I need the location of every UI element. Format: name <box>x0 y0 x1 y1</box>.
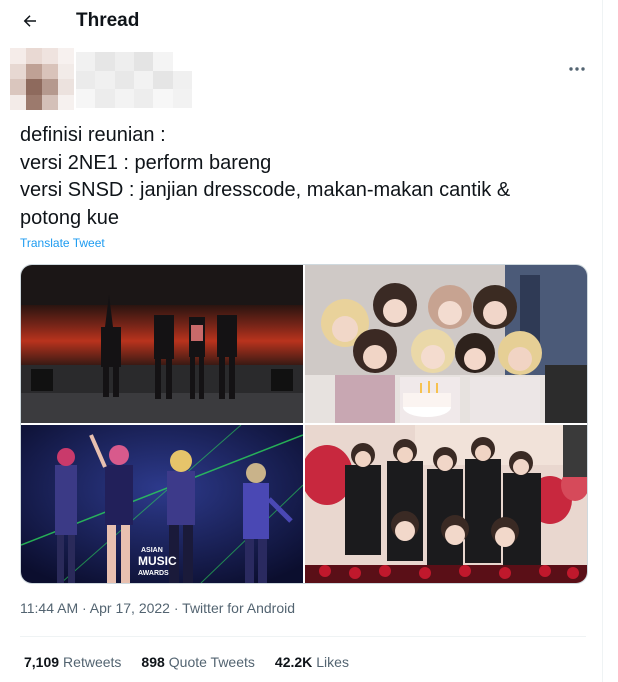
quote-tweets-count: 898 <box>141 654 165 670</box>
quote-tweets-label: Quote Tweets <box>168 654 255 670</box>
awards-logo-line2: MUSIC <box>138 554 177 568</box>
awards-stage-image: ASIAN MUSIC AWARDS <box>21 425 303 583</box>
photo-2ne1-concert-stage[interactable] <box>21 265 303 423</box>
tweet-text: definisi reunian : versi 2NE1 : perform … <box>20 122 600 232</box>
arrow-left-icon <box>23 15 36 27</box>
photo-snsd-group-cake[interactable] <box>305 265 587 423</box>
photo-2ne1-mama-awards[interactable]: ASIAN MUSIC AWARDS <box>21 425 303 583</box>
more-horizontal-icon <box>569 67 585 71</box>
tweet-line: versi SNSD : janjian dresscode, makan-ma… <box>20 179 511 202</box>
awards-logo-line3: AWARDS <box>138 570 169 577</box>
media-grid: ASIAN MUSIC AWARDS <box>20 264 588 584</box>
tweet-line: versi 2NE1 : perform bareng <box>20 151 272 174</box>
tweet-date[interactable]: Apr 17, 2022 <box>90 600 170 616</box>
tweet-line: definisi reunian : <box>20 124 166 146</box>
divider <box>20 636 586 637</box>
tweet-time[interactable]: 11:44 AM <box>20 600 78 616</box>
tweet-stats: 7,109 Retweets 898 Quote Tweets 42.2K Likes <box>24 654 369 670</box>
tweet-thread-page: Thread definisi reunian : versi 2NE1 : p… <box>0 0 603 682</box>
tweet-source[interactable]: Twitter for Android <box>182 600 295 616</box>
balloons-party-image <box>305 425 587 583</box>
header: Thread <box>0 0 602 42</box>
likes-count: 42.2K <box>274 654 313 670</box>
photo-snsd-balloons-party[interactable] <box>305 425 587 583</box>
likes-label: Likes <box>316 654 349 670</box>
translate-tweet-link[interactable]: Translate Tweet <box>20 236 105 250</box>
meta-separator: · <box>173 600 183 616</box>
avatar[interactable] <box>10 48 74 110</box>
page-title: Thread <box>76 10 140 31</box>
concert-stage-image <box>21 265 303 423</box>
meta-separator: · <box>82 600 90 616</box>
tweet-meta: 11:44 AM · Apr 17, 2022 · Twitter for An… <box>20 600 295 616</box>
retweets-label: Retweets <box>63 654 122 670</box>
group-cake-image <box>305 265 587 423</box>
awards-logo-line1: ASIAN <box>141 547 163 554</box>
author-name-pixelated[interactable] <box>76 52 192 108</box>
likes-stat[interactable]: 42.2K Likes <box>275 654 349 670</box>
retweets-count: 7,109 <box>24 654 60 670</box>
tweet-line: potong kue <box>20 206 119 229</box>
retweets-stat[interactable]: 7,109 Retweets <box>24 654 121 670</box>
more-button[interactable] <box>562 58 592 80</box>
back-button[interactable] <box>14 6 46 36</box>
quote-tweets-stat[interactable]: 898 Quote Tweets <box>141 654 255 670</box>
